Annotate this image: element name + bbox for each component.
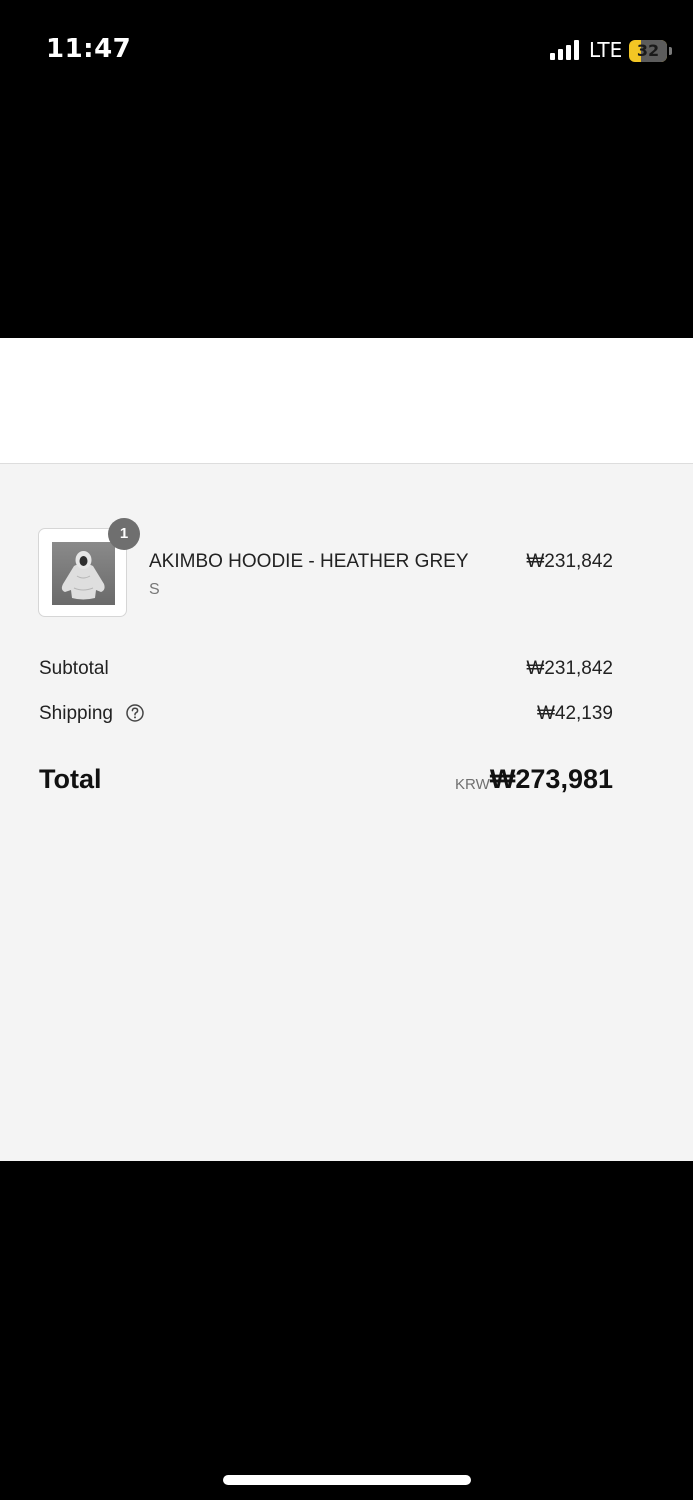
network-label: LTE: [589, 38, 623, 62]
product-name: AKIMBO HOODIE - HEATHER GREY: [149, 551, 469, 572]
subtotal-value: ₩231,842: [526, 658, 613, 679]
product-variant: S: [149, 581, 160, 598]
battery-icon: 32: [629, 40, 667, 62]
quantity-badge: 1: [108, 518, 140, 550]
hoodie-product-photo: [52, 542, 115, 605]
help-circle-icon[interactable]: [125, 703, 145, 723]
total-value: ₩273,981: [489, 764, 613, 794]
currency-code: KRW: [455, 776, 490, 793]
battery-percent: 32: [636, 41, 660, 60]
subtotal-label: Subtotal: [39, 658, 109, 679]
home-indicator[interactable]: [223, 1475, 471, 1485]
product-price: ₩231,842: [526, 551, 613, 572]
battery-tip: [669, 47, 672, 55]
total-label: Total: [39, 764, 102, 794]
status-bar: 11:47 LTE 32: [0, 0, 693, 100]
shipping-label: Shipping: [39, 703, 113, 724]
shipping-value: ₩42,139: [536, 703, 613, 724]
signal-icon: [550, 40, 579, 60]
status-time: 11:47: [46, 34, 132, 64]
order-summary: 1 AKIMBO HOODIE - HEATHER GREY S ₩231,84…: [0, 464, 693, 1161]
checkout-header-area: [0, 338, 693, 464]
